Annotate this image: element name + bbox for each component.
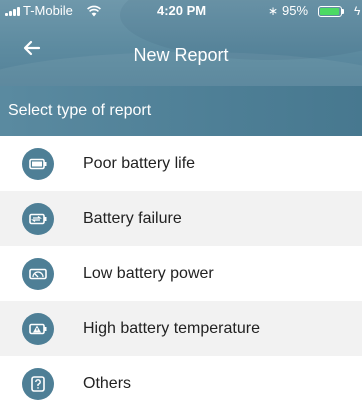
charging-icon: ϟ [354, 4, 361, 18]
report-type-high-battery-temperature[interactable]: High battery temperature [0, 301, 362, 356]
battery-warning-icon [22, 313, 54, 345]
list-item-label: Others [83, 375, 132, 392]
list-item-label: Battery failure [83, 210, 182, 227]
signal-icon [5, 7, 21, 16]
battery-level-fill [320, 8, 339, 15]
report-type-list: Poor battery life Battery failure Low ba… [0, 136, 362, 411]
report-type-poor-battery-life[interactable]: Poor battery life [0, 136, 362, 191]
page-title: New Report [133, 45, 229, 65]
navigation-bar: New Report [0, 22, 362, 86]
battery-icon [22, 148, 54, 180]
gauge-icon [22, 258, 54, 290]
question-icon [22, 368, 54, 400]
battery-tip [342, 9, 344, 14]
report-type-others[interactable]: Others [0, 356, 362, 411]
section-header: Select type of report [0, 86, 362, 136]
list-item-label: High battery temperature [83, 320, 260, 337]
list-item-label: Poor battery life [83, 155, 196, 172]
report-type-low-battery-power[interactable]: Low battery power [0, 246, 362, 301]
battery-percent: 95% [282, 3, 309, 18]
carrier-name: T-Mobile [23, 3, 73, 18]
bluetooth-icon: ∗ [268, 4, 279, 18]
wifi-icon [87, 5, 101, 17]
status-bar: T-Mobile 4:20 PM ∗ 95% ϟ [0, 0, 362, 22]
top-bar: T-Mobile 4:20 PM ∗ 95% ϟ New Report [0, 0, 362, 86]
battery-swap-icon [22, 203, 54, 235]
report-type-battery-failure[interactable]: Battery failure [0, 191, 362, 246]
list-item-label: Low battery power [83, 265, 214, 282]
battery-indicator [318, 6, 342, 17]
status-time: 4:20 PM [157, 3, 207, 18]
